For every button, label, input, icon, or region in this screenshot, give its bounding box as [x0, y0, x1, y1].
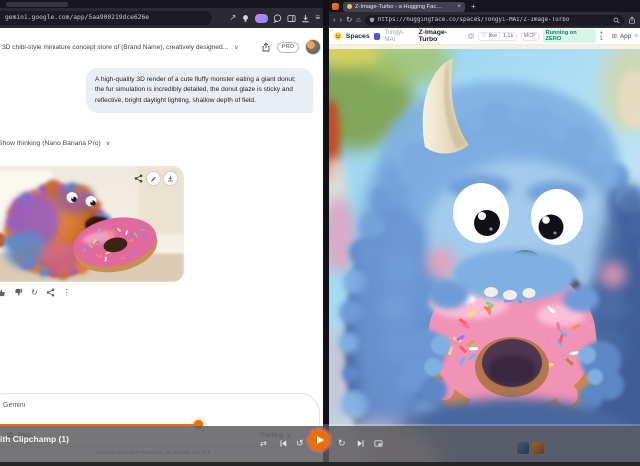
home-icon[interactable]: ⌂	[356, 12, 361, 28]
menu-icon[interactable]: ≡	[315, 11, 320, 25]
generated-image-card[interactable]	[0, 166, 184, 282]
files-icon[interactable]: ≡	[634, 33, 638, 40]
video-player-screen: gemini.google.com/app/5aa900219dce626e ↗…	[0, 0, 640, 466]
huggingface-logo-icon[interactable]	[334, 32, 342, 40]
browser-tab-strip: Z-Image-Turbo - a Hugging Fac… × +	[329, 0, 640, 12]
next-track-icon[interactable]	[356, 439, 365, 448]
show-thinking-toggle[interactable]: Show thinking (Nano Banana Pro) ∨	[0, 140, 110, 147]
share-response-icon[interactable]	[46, 288, 55, 297]
tab-favicon	[347, 4, 352, 9]
sidebar-icon[interactable]	[287, 14, 296, 23]
monster-donut-image	[329, 45, 640, 466]
spaces-link[interactable]: Spaces	[346, 33, 370, 40]
app-tab[interactable]: App	[620, 33, 631, 40]
tab-title: Z-Image-Turbo - a Hugging Fac…	[355, 3, 443, 10]
back-icon[interactable]: ‹	[333, 12, 336, 28]
space-output-image	[329, 45, 640, 466]
regenerate-icon[interactable]: ↻	[31, 288, 38, 297]
new-tab-button[interactable]: +	[471, 2, 476, 11]
zoom-page-icon[interactable]	[613, 17, 620, 24]
org-avatar[interactable]	[373, 32, 381, 40]
app-grid-icon: ⊞	[611, 33, 617, 40]
extension-icon[interactable]	[241, 14, 250, 23]
player-bottom-strip	[0, 462, 640, 466]
thumbs-down-icon[interactable]	[14, 288, 23, 297]
shield-icon[interactable]	[369, 17, 375, 23]
app-top-strip	[329, 45, 640, 49]
browser-tab[interactable]: Z-Image-Turbo - a Hugging Fac… ×	[343, 1, 465, 12]
video-title: ith Clipchamp (1)	[0, 434, 69, 444]
generated-image	[0, 166, 184, 282]
previous-track-icon[interactable]	[279, 439, 288, 448]
copilot-icon[interactable]	[255, 13, 269, 23]
fast-forward-icon[interactable]: ↻	[338, 438, 346, 449]
address-bar[interactable]: https://huggingface.co/spaces/Tongyi-MAI…	[364, 14, 624, 26]
browser-tab[interactable]	[6, 2, 68, 7]
chat-icon[interactable]	[273, 14, 282, 23]
prompt-input[interactable]	[3, 402, 283, 409]
thumbs-up-icon[interactable]	[0, 288, 6, 297]
chevron-down-icon[interactable]: ∨	[234, 44, 238, 51]
huggingface-header: Spaces Tongyi-MAI Z-Image-Turbo ♡ like 1…	[329, 28, 640, 45]
reload-icon[interactable]: ↻	[346, 12, 352, 28]
shuffle-icon[interactable]: ⇄	[260, 439, 267, 448]
mini-player-icon[interactable]	[374, 439, 383, 448]
chevron-down-icon: ∨	[105, 141, 111, 147]
status-badge[interactable]: Running on ZERO	[542, 29, 596, 43]
avatar[interactable]	[305, 39, 321, 55]
rewind-icon[interactable]: ↺	[296, 438, 304, 449]
gemini-browser-window: gemini.google.com/app/5aa900219dce626e ↗…	[0, 0, 323, 466]
browser-tab-strip	[0, 0, 323, 8]
forward-icon[interactable]: ›	[340, 12, 343, 28]
share-conversation-icon[interactable]	[261, 42, 271, 52]
pro-badge: PRO	[276, 41, 299, 53]
conversation-header: 3D chibi-style miniature concept store o…	[2, 38, 321, 56]
show-thinking-label: Show thinking (Nano Banana Pro)	[0, 140, 101, 147]
heart-icon: ♡	[481, 33, 487, 39]
close-tab-icon[interactable]: ×	[457, 3, 461, 10]
gemini-page: 3D chibi-style miniature concept store o…	[0, 28, 323, 466]
address-bar[interactable]: gemini.google.com/app/5aa900219dce626e	[0, 11, 212, 25]
like-button[interactable]: ♡ like 1.1k	[478, 31, 517, 41]
huggingface-browser-window: Z-Image-Turbo - a Hugging Fac… × + ‹ › ↻…	[329, 0, 640, 466]
conversation-title[interactable]: 3D chibi-style miniature concept store o…	[2, 44, 228, 51]
thumbnail-icon-2[interactable]	[532, 442, 544, 454]
downloads-icon[interactable]	[301, 14, 310, 23]
browser-toolbar: ‹ › ↻ ⌂ https://huggingface.co/spaces/To…	[329, 12, 640, 28]
space-name[interactable]: Z-Image-Turbo	[419, 29, 465, 43]
share-page-icon[interactable]	[628, 16, 636, 24]
play-icon	[316, 436, 324, 444]
browser-toolbar: gemini.google.com/app/5aa900219dce626e ↗…	[0, 8, 323, 28]
like-count: 1.1k	[499, 33, 513, 39]
response-actions: ↻ ⋮	[0, 288, 71, 297]
copy-icon[interactable]	[468, 33, 474, 39]
media-player-overlay: ith Clipchamp (1) ⇄ ↺ ↻	[0, 418, 640, 466]
share-page-icon[interactable]: ↗	[230, 11, 237, 25]
mcp-badge: MCP	[520, 31, 539, 41]
url-text: https://huggingface.co/spaces/Tongyi-MAI…	[377, 17, 570, 23]
thumbnail-icon-1[interactable]	[517, 442, 529, 454]
org-name-link[interactable]: Tongyi-MAI	[384, 29, 414, 43]
browser-app-icon[interactable]	[332, 3, 339, 10]
more-options-icon[interactable]: ⋮	[63, 288, 71, 297]
like-label: like	[488, 33, 498, 39]
collaborators-badge[interactable]: + 1	[600, 30, 608, 42]
player-control-bar: ith Clipchamp (1) ⇄ ↺ ↻	[0, 426, 640, 462]
user-prompt-bubble: A high-quality 3D render of a cute fluff…	[86, 68, 313, 114]
play-button[interactable]	[308, 429, 330, 451]
